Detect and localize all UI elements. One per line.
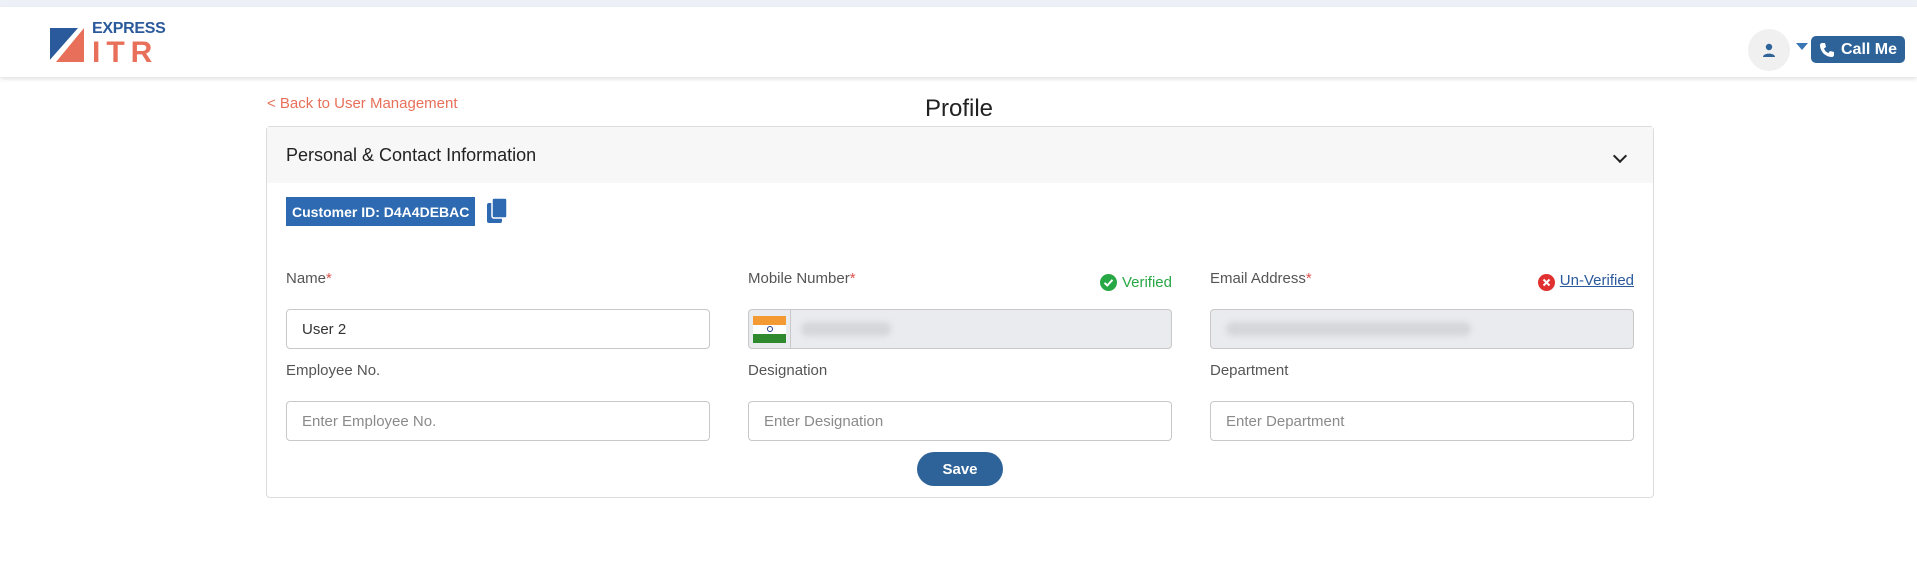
name-input[interactable]: User 2 bbox=[286, 309, 710, 349]
chevron-down-icon[interactable] bbox=[1796, 43, 1808, 50]
email-input[interactable] bbox=[1210, 309, 1634, 349]
unverified-link[interactable]: Un-Verified bbox=[1560, 272, 1634, 289]
email-unverified-status[interactable]: Un-Verified bbox=[1537, 270, 1634, 291]
chevron-down-icon[interactable] bbox=[1612, 148, 1628, 164]
department-label: Department bbox=[1210, 362, 1289, 379]
name-field-group: Name* User 2 bbox=[286, 270, 710, 349]
profile-card: Personal & Contact Information Customer … bbox=[266, 126, 1654, 498]
mobile-field-group: Mobile Number* Verified bbox=[748, 270, 1172, 349]
customer-id-badge: Customer ID: D4A4DEBAC bbox=[286, 197, 476, 226]
save-button[interactable]: Save bbox=[917, 452, 1003, 486]
required-marker: * bbox=[849, 270, 856, 287]
email-field-group: Email Address* Un-Verified bbox=[1210, 270, 1634, 349]
designation-field-group: Designation Enter Designation bbox=[748, 362, 1172, 441]
masked-email-value bbox=[1226, 322, 1471, 336]
logo-express-text: EXPRESS bbox=[92, 19, 166, 37]
logo-itr-text: ITR bbox=[92, 35, 159, 69]
mobile-label: Mobile Number bbox=[748, 270, 850, 287]
top-border bbox=[0, 0, 1917, 7]
verified-label: Verified bbox=[1121, 274, 1172, 291]
designation-label: Designation bbox=[748, 362, 828, 379]
page-title: Profile bbox=[925, 95, 994, 122]
email-label: Email Address bbox=[1210, 270, 1306, 287]
user-avatar[interactable] bbox=[1748, 29, 1790, 71]
logo-mark-icon bbox=[48, 28, 84, 62]
app-header: EXPRESS ITR Call Me bbox=[0, 7, 1917, 77]
section-header[interactable]: Personal & Contact Information bbox=[267, 127, 1653, 183]
required-marker: * bbox=[1305, 270, 1312, 287]
india-flag-icon[interactable] bbox=[749, 310, 791, 348]
name-label: Name bbox=[286, 270, 327, 287]
employee-label: Employee No. bbox=[286, 362, 381, 379]
employee-field-group: Employee No. Enter Employee No. bbox=[286, 362, 710, 441]
mobile-verified-status: Verified bbox=[1099, 274, 1172, 291]
employee-input[interactable]: Enter Employee No. bbox=[286, 401, 710, 441]
masked-mobile-value bbox=[801, 322, 891, 336]
phone-icon bbox=[1820, 42, 1834, 57]
call-me-button[interactable]: Call Me bbox=[1811, 36, 1905, 63]
check-circle-icon bbox=[1099, 274, 1117, 291]
mobile-input[interactable] bbox=[748, 309, 1172, 349]
department-input[interactable]: Enter Department bbox=[1210, 401, 1634, 441]
x-circle-icon bbox=[1537, 274, 1555, 291]
department-field-group: Department Enter Department bbox=[1210, 362, 1634, 441]
section-title: Personal & Contact Information bbox=[286, 144, 537, 165]
copy-icon[interactable] bbox=[486, 197, 510, 225]
back-to-user-management-link[interactable]: < Back to User Management bbox=[267, 95, 458, 112]
user-icon bbox=[1763, 43, 1775, 57]
designation-input[interactable]: Enter Designation bbox=[748, 401, 1172, 441]
brand-logo[interactable]: EXPRESS ITR bbox=[48, 19, 168, 69]
required-marker: * bbox=[326, 270, 332, 287]
call-me-label: Call Me bbox=[1841, 40, 1898, 58]
